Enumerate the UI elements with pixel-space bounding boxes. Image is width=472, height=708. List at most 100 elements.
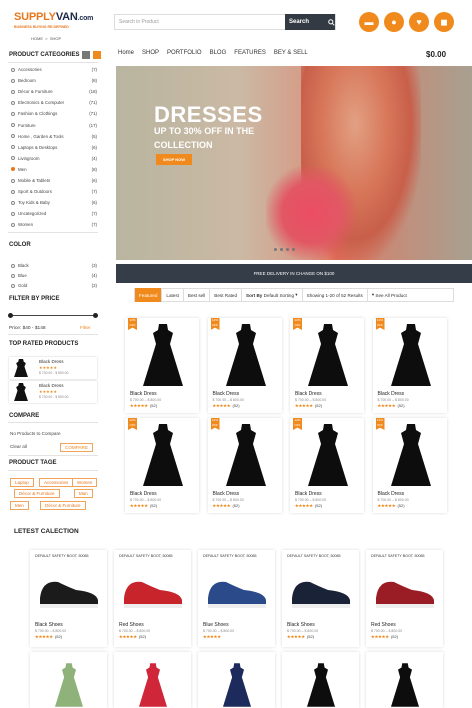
radio-icon[interactable] <box>11 156 15 161</box>
latest-card-name[interactable]: Red Shoes <box>371 622 396 628</box>
latest-card-name[interactable]: Black Shoes <box>287 622 315 628</box>
product-name[interactable]: Black Dress <box>295 491 322 497</box>
radio-icon[interactable] <box>11 67 15 72</box>
color-item[interactable]: Black (3) <box>11 263 97 268</box>
category-item[interactable]: Livingroom (4) <box>11 156 97 161</box>
latest-card[interactable]: DEFAULT SAFETY BOOT, 50085 Red Shoes $ 700… <box>366 550 443 647</box>
product-card[interactable]: 12% OFF Black Dress $ 700.00 – $ 800.00 ★★★… <box>290 418 364 513</box>
tab-best-sell[interactable]: Best sell <box>184 288 211 302</box>
tag-women[interactable]: Women <box>72 478 98 487</box>
product-name[interactable]: Black Dress <box>213 391 240 397</box>
category-item[interactable]: Bedroom (8) <box>11 78 97 83</box>
latest-card-name[interactable]: Red Shoes <box>119 622 144 628</box>
breadcrumb-home[interactable]: HOME <box>31 36 43 41</box>
product-name[interactable]: Black Dress <box>130 491 157 497</box>
tag-men[interactable]: Men <box>10 501 29 510</box>
product-card[interactable]: 12% OFF Black Dress $ 700.00 – $ 800.00 ★★★… <box>207 418 282 513</box>
latest-card-name[interactable]: Blue Shoes <box>203 622 229 628</box>
category-item[interactable]: Accessories (7) <box>11 67 97 72</box>
product-card[interactable]: 12% OFF Black Dress $ 700.00 – $ 800.00 ★★★… <box>125 418 199 513</box>
product-card[interactable]: 12% OFF Black Dress $ 700.00 – $ 800.00 ★★★… <box>372 418 447 513</box>
latest-card-dress[interactable] <box>114 652 191 708</box>
category-item[interactable]: Home , Garden & Tools (5) <box>11 134 97 139</box>
product-card[interactable]: 12% OFF Black Dress $ 700.00 – $ 800.00 ★★★… <box>290 318 364 413</box>
color-item[interactable]: Blue (4) <box>11 273 97 278</box>
category-item[interactable]: Women (7) <box>11 222 97 227</box>
hero-banner[interactable]: DRESSES UP TO 30% OFF IN THE COLLECTION … <box>116 66 472 260</box>
product-card[interactable]: 12% OFF Black Dress $ 700.00 – $ 800.00 ★★★… <box>125 318 199 413</box>
tag-laptop[interactable]: Laptop <box>10 478 34 487</box>
tag-decor-furniture[interactable]: Décor & Furniture <box>40 501 86 510</box>
radio-icon[interactable] <box>11 89 15 94</box>
product-card[interactable]: 12% OFF Black Dress $ 700.00 – $ 800.00 ★★★… <box>372 318 447 413</box>
category-item[interactable]: Mobile & Tablets (6) <box>11 178 97 183</box>
sort-select[interactable]: Sort By Default Sorting ▾ <box>242 288 303 302</box>
category-item[interactable]: Décor & Furniture (18) <box>11 89 97 94</box>
product-card[interactable]: 12% OFF Black Dress $ 700.00 – $ 800.00 ★★★… <box>207 318 282 413</box>
clear-all-link[interactable]: Clear all <box>10 444 27 449</box>
category-item[interactable]: Toy Kids & Baby (6) <box>11 200 97 205</box>
search-input[interactable]: Search in Product <box>115 19 285 25</box>
latest-card-dress[interactable] <box>198 652 275 708</box>
tag-decor-furniture[interactable]: Décor & Furniture <box>14 489 60 498</box>
latest-card-dress[interactable] <box>366 652 443 708</box>
search-button[interactable]: Search <box>285 14 335 30</box>
radio-icon[interactable] <box>11 123 15 127</box>
product-name[interactable]: Black Dress <box>213 491 240 497</box>
latest-card[interactable]: DEFAULT SAFETY BOOT, 50085 Blue Shoes $ 70… <box>198 550 275 647</box>
radio-icon[interactable] <box>11 211 15 216</box>
user-icon[interactable]: ● <box>384 12 404 32</box>
radio-icon[interactable] <box>11 178 15 183</box>
color-item[interactable]: Gold (2) <box>11 283 97 288</box>
category-item[interactable]: Sport & Outdoors (7) <box>11 189 97 194</box>
chat-icon[interactable]: ▬ <box>359 12 379 32</box>
nav-features[interactable]: FEATURES <box>234 50 266 56</box>
radio-icon[interactable] <box>11 283 15 288</box>
latest-card[interactable]: DEFAULT SAFETY BOOT, 50085 Red Shoes $ 700… <box>114 550 191 647</box>
radio-icon[interactable] <box>11 273 15 278</box>
carousel-dots[interactable] <box>274 248 295 251</box>
tag-man[interactable]: Man <box>74 489 93 498</box>
category-item[interactable]: Electronics & Computer (71) <box>11 100 97 105</box>
latest-card-name[interactable]: Black Shoes <box>35 622 63 628</box>
cart-total[interactable]: $0.00 <box>426 50 446 59</box>
radio-icon[interactable] <box>11 222 15 227</box>
category-item[interactable]: Uncategorized (7) <box>11 211 97 216</box>
see-all-button[interactable]: ▾ See All Product <box>368 288 411 302</box>
radio-icon[interactable] <box>11 189 15 194</box>
hero-shop-button[interactable]: SHOP NOW <box>156 154 192 165</box>
cart-icon[interactable]: ◼ <box>434 12 454 32</box>
radio-icon[interactable] <box>11 100 15 105</box>
category-item[interactable]: Laptops & Desktops (6) <box>11 145 97 150</box>
category-item[interactable]: Furniture (17) <box>11 123 97 128</box>
nav-home[interactable]: Home <box>118 50 134 56</box>
radio-icon[interactable] <box>11 167 15 172</box>
tab-best-rated[interactable]: Best Rated <box>210 288 243 302</box>
radio-icon[interactable] <box>11 263 15 268</box>
top-rated-item[interactable]: Black Dress ★★★★★ $ 700.00 - $ 800.00 <box>9 357 97 379</box>
radio-icon[interactable] <box>11 145 15 150</box>
list-view-icon[interactable] <box>82 51 90 59</box>
nav-buy-sell[interactable]: BEY & SELL <box>274 50 308 56</box>
tab-latest[interactable]: Latest <box>162 288 184 302</box>
compare-button[interactable]: COMPARE <box>60 443 93 452</box>
nav-portfolio[interactable]: PORTFOLIO <box>167 50 202 56</box>
product-name[interactable]: Black Dress <box>378 491 405 497</box>
price-slider-max-handle[interactable] <box>93 313 98 318</box>
latest-card-dress[interactable] <box>30 652 107 708</box>
radio-icon[interactable] <box>11 78 15 83</box>
category-item[interactable]: Fashion & Clothings (71) <box>11 111 97 116</box>
latest-card-dress[interactable] <box>282 652 359 708</box>
tab-featured[interactable]: Featured <box>135 288 163 302</box>
nav-shop[interactable]: SHOP <box>142 50 159 56</box>
top-rated-item[interactable]: Black Dress ★★★★★ $ 700.00 - $ 800.00 <box>9 381 97 403</box>
radio-icon[interactable] <box>11 111 15 116</box>
price-slider-track[interactable] <box>9 315 95 316</box>
brand-logo[interactable]: SUPPLYVAN.com <box>14 11 93 23</box>
nav-blog[interactable]: BLOG <box>210 50 227 56</box>
latest-card[interactable]: DEFAULT SAFETY BOOT, 50085 Black Shoes $ 7… <box>282 550 359 647</box>
grid-view-icon[interactable] <box>93 51 101 59</box>
product-name[interactable]: Black Dress <box>130 391 157 397</box>
latest-card[interactable]: DEFAULT SAFETY BOOT, 50085 Black Shoes $ 7… <box>30 550 107 647</box>
radio-icon[interactable] <box>11 134 15 139</box>
